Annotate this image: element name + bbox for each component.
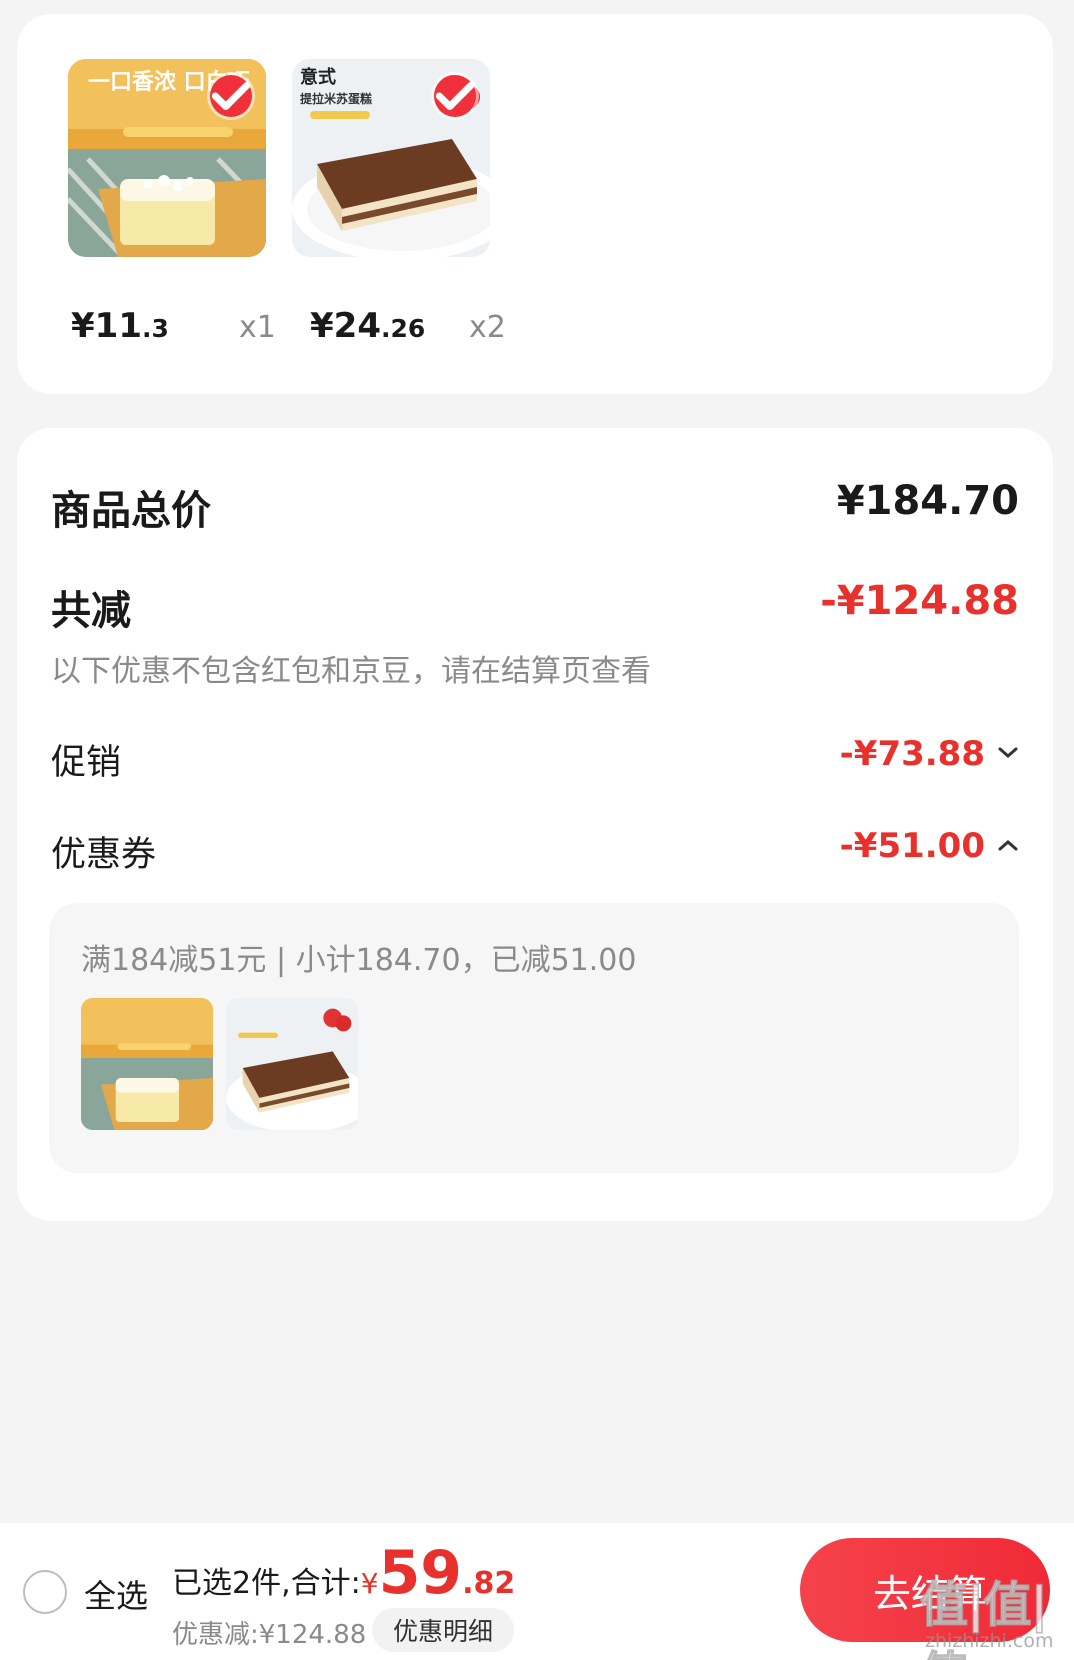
promotion-value: -¥73.88 (839, 734, 985, 774)
product-price: ¥11 .3 (71, 306, 169, 346)
svg-text:提拉米苏蛋糕: 提拉米苏蛋糕 (300, 91, 372, 106)
product-image-coconut-cake[interactable]: 一口香浓 口白巧 (68, 59, 266, 257)
promotion-label: 促销 (51, 743, 122, 783)
discount-summary-text: 优惠减:¥124.88 (172, 1620, 367, 1650)
product-price-decimal: .26 (380, 314, 426, 343)
product-price-decimal: .3 (141, 314, 169, 343)
chevron-up-icon (997, 837, 1019, 856)
coupon-row-toggle[interactable]: -¥51.00 (840, 826, 1019, 866)
coupon-value: -¥51.00 (839, 826, 985, 866)
select-all-label[interactable]: 全选 (84, 1571, 148, 1617)
promotion-row-toggle[interactable]: -¥73.88 (840, 734, 1019, 774)
selected-products-card: 一口香浓 口白巧 意式 提拉米苏蛋糕 ¥11 .3 x1 ¥24 .26 x2 (17, 14, 1053, 394)
total-amount-decimal: .82 (462, 1566, 516, 1601)
product-quantity: x2 (469, 310, 506, 345)
total-discount-label: 共减 (51, 588, 131, 634)
selected-total: 已选2件,合计: ¥ 59 .82 (172, 1543, 515, 1603)
total-discount-value: -¥124.88 (820, 578, 1019, 624)
svg-text:意式: 意式 (300, 66, 336, 88)
coupon-product-thumb-tiramisu[interactable] (226, 998, 358, 1130)
product-price-integer: ¥11 (71, 306, 142, 346)
coupon-label: 优惠券 (51, 835, 157, 875)
tiramisu-image (226, 998, 358, 1130)
discount-detail-button[interactable]: 优惠明细 (372, 1608, 514, 1652)
checkout-bottom-bar: 全选 已选2件,合计: ¥ 59 .82 优惠减:¥124.88 优惠明细 去结… (0, 1523, 1074, 1660)
total-amount-integer: 59 (378, 1538, 463, 1608)
product-price: ¥24 .26 (310, 306, 425, 346)
discount-note: 以下优惠不包含红包和京豆，请在结算页查看 (51, 654, 651, 689)
coupon-detail-text: 满184减51元 | 小计184.70，已减51.00 (81, 943, 637, 978)
selected-check-icon[interactable] (434, 75, 476, 117)
total-currency: ¥ (360, 1567, 379, 1600)
coupon-detail-box: 满184减51元 | 小计184.70，已减51.00 (49, 903, 1019, 1173)
total-price-label: 商品总价 (51, 488, 211, 534)
total-price-value: ¥184.70 (836, 478, 1019, 524)
price-summary-card: 商品总价 ¥184.70 共减 -¥124.88 以下优惠不包含红包和京豆，请在… (17, 428, 1053, 1221)
watermark-url: zhizhizhi.com (925, 1630, 1054, 1652)
selected-check-icon[interactable] (210, 75, 252, 117)
chevron-down-icon (997, 745, 1019, 764)
product-price-integer: ¥24 (310, 306, 381, 346)
selected-count-text: 已选2件,合计: (172, 1566, 361, 1601)
product-quantity: x1 (239, 310, 276, 345)
coconut-cake-image (81, 998, 213, 1130)
select-all-radio[interactable] (23, 1570, 67, 1614)
product-image-tiramisu[interactable]: 意式 提拉米苏蛋糕 (292, 59, 490, 257)
coupon-product-thumb-coconut[interactable] (81, 998, 213, 1130)
